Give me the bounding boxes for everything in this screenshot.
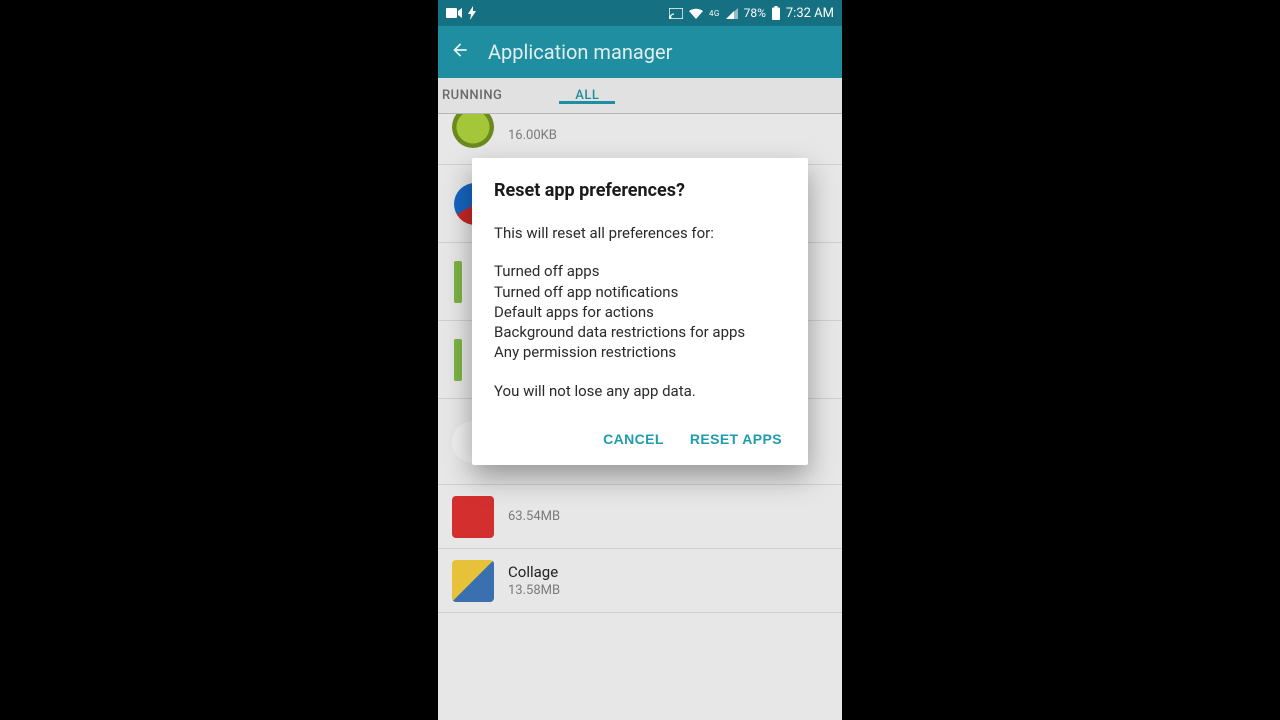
- phone-frame: 4G 78% 7:32 AM Application manager RUNNI…: [438, 0, 842, 720]
- battery-percent: 78%: [744, 6, 766, 20]
- app-icon: [452, 114, 494, 148]
- app-size: 63.54MB: [508, 509, 560, 524]
- list-item[interactable]: 63.54MB: [438, 485, 842, 549]
- wifi-icon: [689, 8, 703, 19]
- dialog-body: This will reset all preferences for: Tur…: [494, 223, 786, 401]
- app-icon: [452, 496, 494, 538]
- bolt-icon: [468, 6, 476, 20]
- back-icon[interactable]: [450, 40, 470, 64]
- reset-preferences-dialog: Reset app preferences? This will reset a…: [472, 158, 808, 465]
- dialog-list-item: Default apps for actions: [494, 302, 786, 322]
- app-icon: [454, 339, 462, 381]
- dialog-intro: This will reset all preferences for:: [494, 223, 786, 243]
- battery-icon: [772, 6, 780, 20]
- dialog-list-item: Turned off app notifications: [494, 282, 786, 302]
- cancel-button[interactable]: CANCEL: [603, 431, 664, 447]
- tab-running[interactable]: RUNNING: [438, 88, 502, 103]
- tab-bar: RUNNING ALL: [438, 78, 842, 114]
- app-size: 13.58MB: [508, 583, 560, 598]
- video-icon: [446, 8, 462, 18]
- signal-icon: [726, 8, 738, 19]
- dialog-actions: CANCEL RESET APPS: [494, 419, 786, 455]
- dialog-list: Turned off apps Turned off app notificat…: [494, 261, 786, 362]
- app-size: 16.00KB: [508, 128, 557, 143]
- dialog-title: Reset app preferences?: [494, 180, 786, 201]
- tab-all[interactable]: ALL: [502, 88, 672, 103]
- dialog-list-item: Any permission restrictions: [494, 342, 786, 362]
- status-bar: 4G 78% 7:32 AM: [438, 0, 842, 26]
- cast-icon: [669, 8, 683, 19]
- list-item[interactable]: Collage 13.58MB: [438, 549, 842, 613]
- app-icon: [452, 560, 494, 602]
- app-bar: Application manager: [438, 26, 842, 78]
- dialog-list-item: Background data restrictions for apps: [494, 322, 786, 342]
- app-name: Collage: [508, 563, 560, 581]
- network-label: 4G: [709, 9, 720, 18]
- app-icon: [454, 261, 462, 303]
- reset-apps-button[interactable]: RESET APPS: [690, 431, 782, 447]
- dialog-footer: You will not lose any app data.: [494, 381, 786, 401]
- dialog-list-item: Turned off apps: [494, 261, 786, 281]
- clock: 7:32 AM: [786, 6, 834, 21]
- page-title: Application manager: [488, 40, 672, 64]
